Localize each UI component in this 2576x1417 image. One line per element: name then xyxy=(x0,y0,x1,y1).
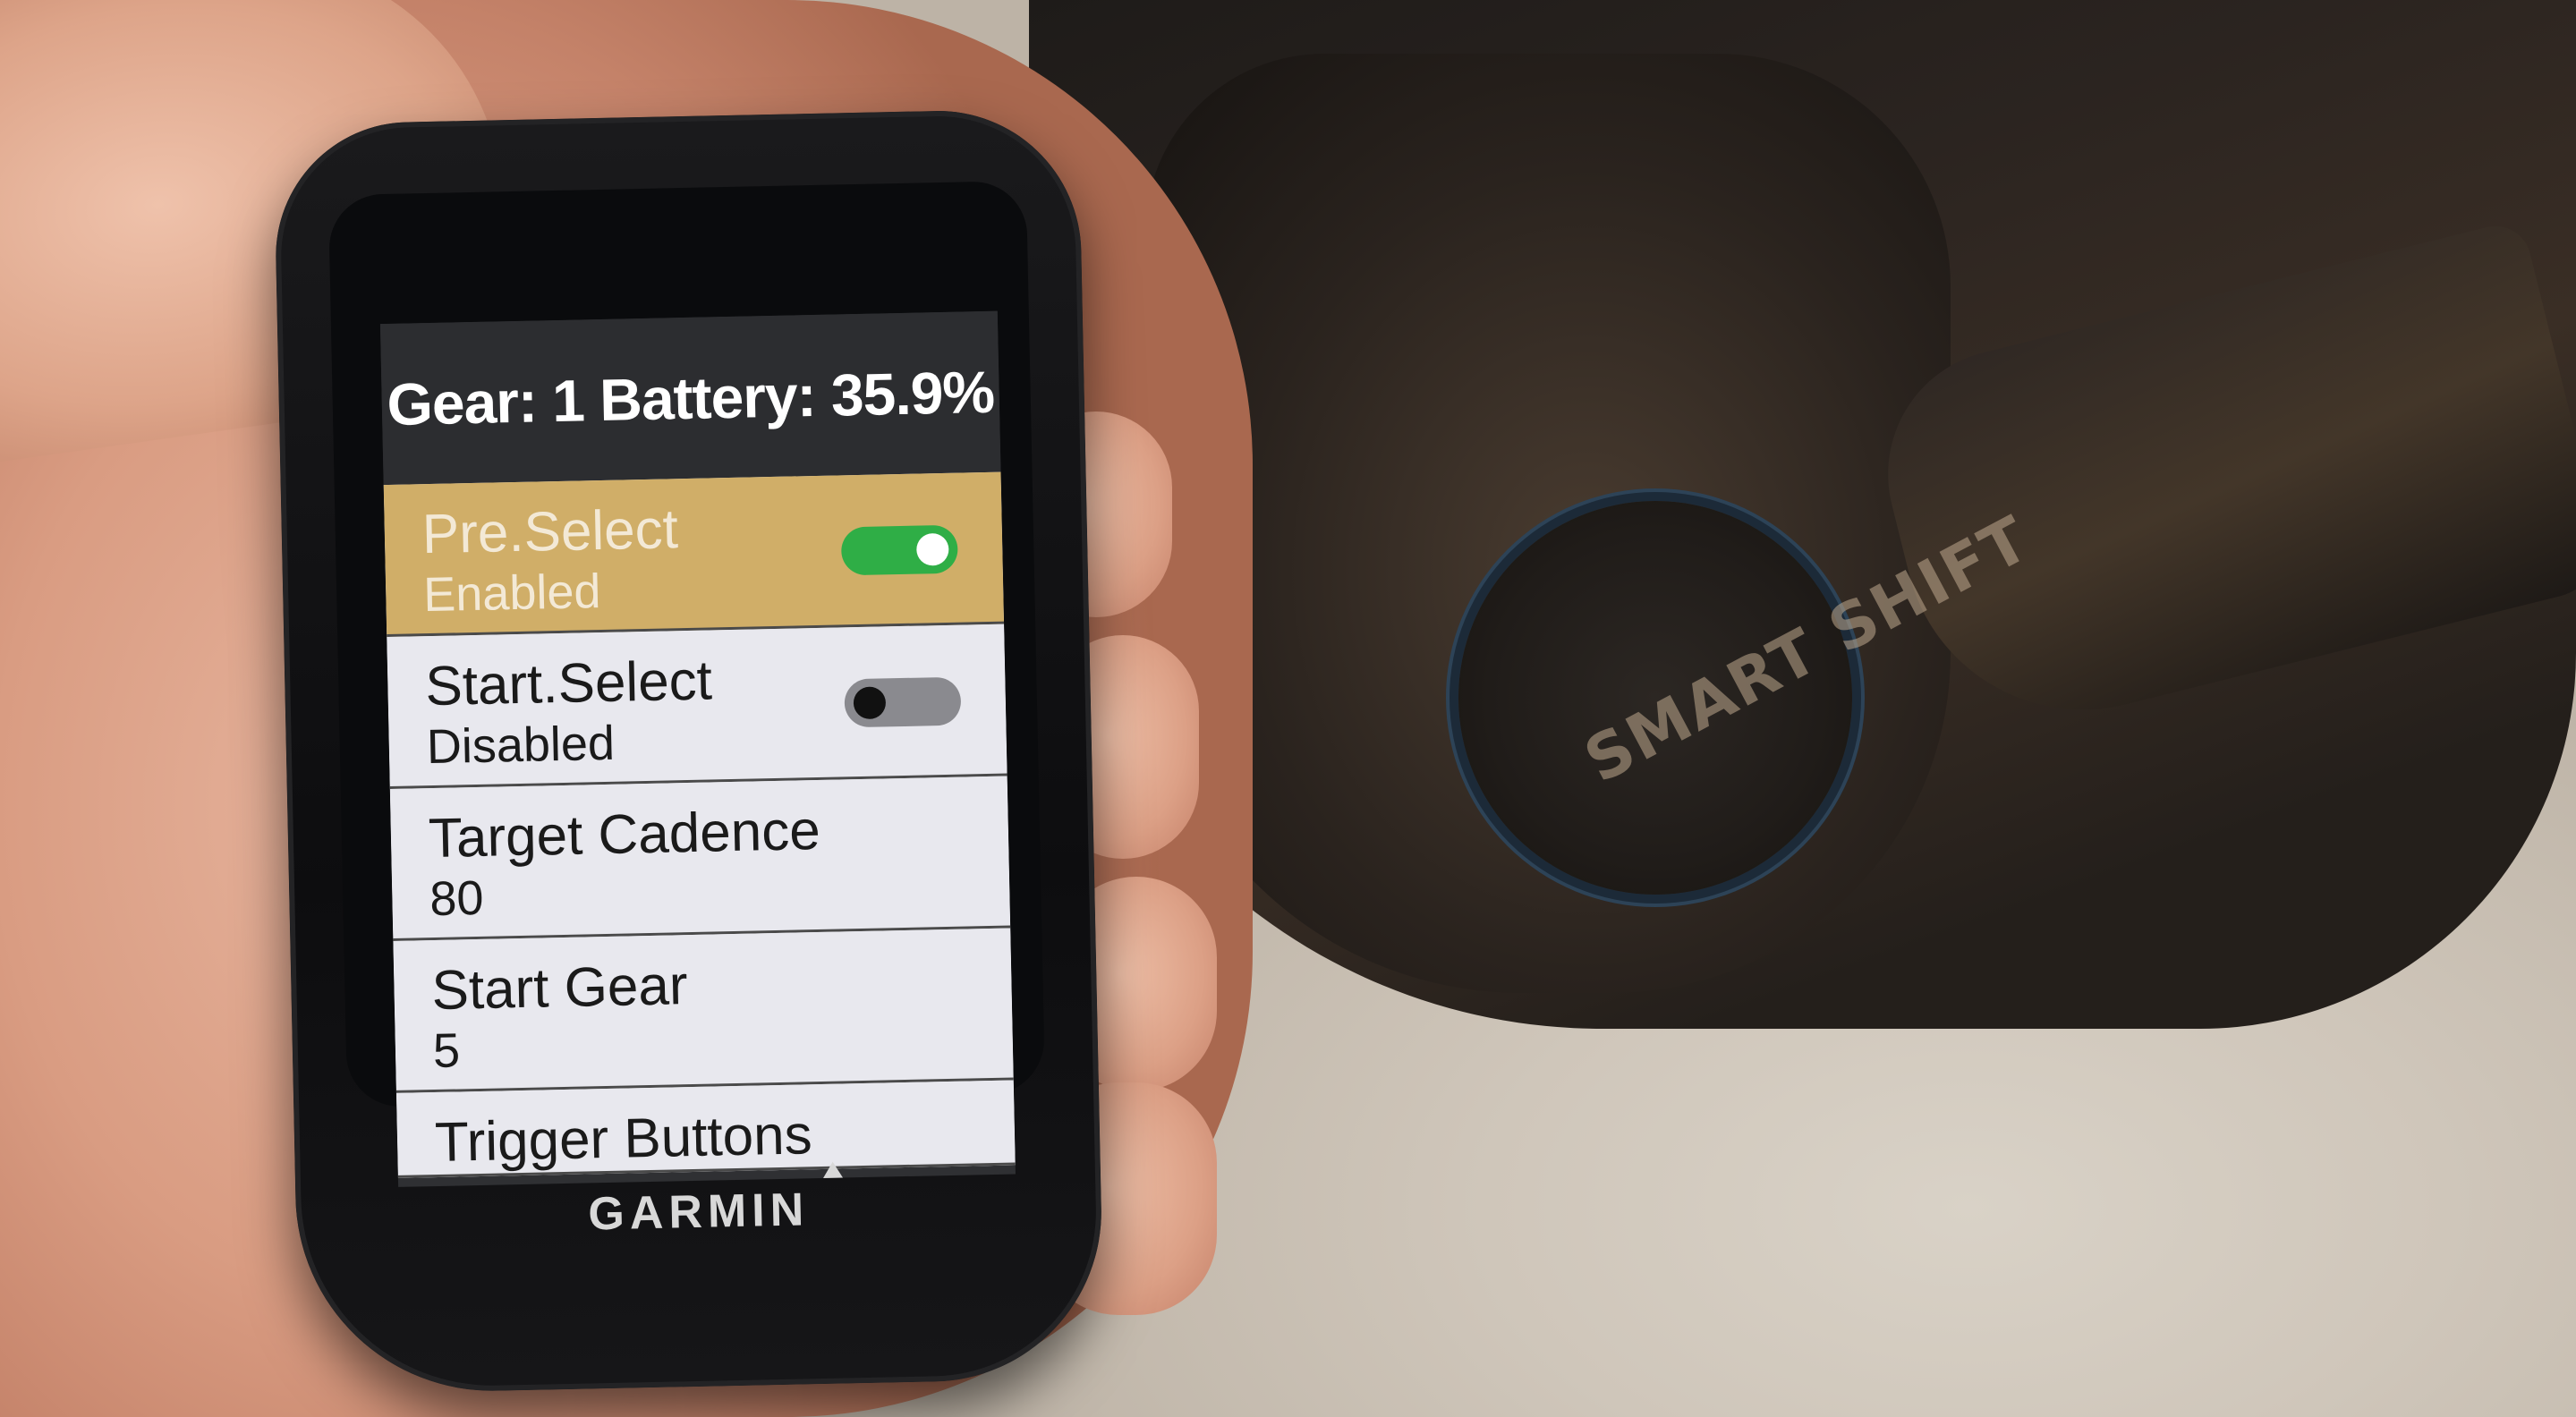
garmin-triangle-icon xyxy=(822,1161,844,1178)
menu-item-pre-select[interactable]: Pre.Select Enabled xyxy=(383,471,1005,638)
trigger-buttons-label: Trigger Buttons xyxy=(434,1104,813,1175)
menu-item-start-gear[interactable]: Start Gear 5 xyxy=(393,928,1014,1093)
start-select-toggle[interactable] xyxy=(844,676,962,728)
menu-item-trigger-buttons[interactable]: Trigger Buttons xyxy=(395,1080,1016,1178)
gear-battery-status: Gear: 1 Battery: 35.9% xyxy=(386,358,995,437)
status-header: Gear: 1 Battery: 35.9% xyxy=(379,310,1001,486)
photo-scene: SMART SHIFT Gear: 1 Battery: 35.9% Pre.S… xyxy=(0,0,2576,1417)
garmin-bike-computer: Gear: 1 Battery: 35.9% Pre.Select Enable… xyxy=(273,107,1105,1396)
menu-item-start-select[interactable]: Start.Select Disabled xyxy=(387,624,1007,790)
start-gear-value: 5 xyxy=(432,1023,461,1079)
device-screen: Gear: 1 Battery: 35.9% Pre.Select Enable… xyxy=(379,310,1016,1187)
toggle-knob xyxy=(915,532,949,566)
menu-item-target-cadence[interactable]: Target Cadence 80 xyxy=(389,776,1011,941)
toggle-knob xyxy=(853,686,887,720)
pre-select-toggle[interactable] xyxy=(840,524,958,576)
settings-menu: Pre.Select Enabled Start.Select Disabled… xyxy=(383,471,1016,1178)
target-cadence-value: 80 xyxy=(429,870,485,927)
garmin-logo: GARMIN xyxy=(587,1184,810,1241)
